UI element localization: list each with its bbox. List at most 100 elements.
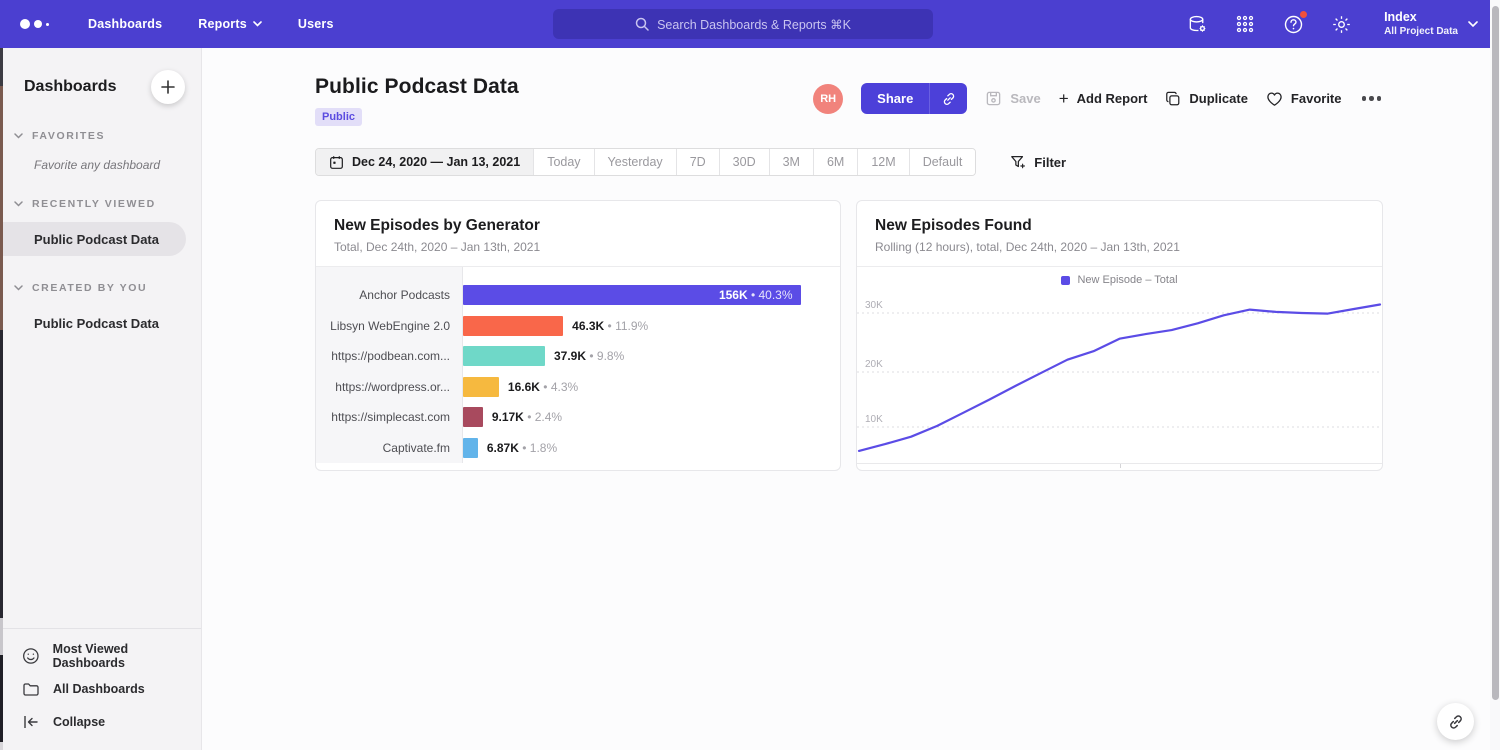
date-preset-7d[interactable]: 7D [677,149,720,175]
search-icon [635,17,649,31]
heart-icon [1266,91,1283,107]
bar-fill[interactable] [463,346,545,366]
bar-category-label: Captivate.fm [316,441,463,455]
bar-chart-plot: Anchor Podcasts156K • 40.3%Libsyn WebEng… [316,267,840,463]
line-chart-title: New Episodes Found [875,217,1364,235]
search-input[interactable]: Search Dashboards & Reports ⌘K [553,9,933,39]
plus-icon: + [1059,89,1069,109]
save-button[interactable]: Save [985,90,1040,107]
date-preset-default[interactable]: Default [910,149,976,175]
bar-category-label: https://podbean.com... [316,349,463,363]
legend-label: New Episode – Total [1077,274,1177,286]
top-navbar: Dashboards Reports Users Search Dashboar… [0,0,1500,48]
bar-category-label: https://wordpress.or... [316,380,463,394]
chart-legend: New Episode – Total [857,267,1382,293]
date-preset-12m[interactable]: 12M [858,149,909,175]
help-icon[interactable] [1282,13,1304,35]
date-preset-today[interactable]: Today [534,149,594,175]
app-logo-icon[interactable] [20,19,62,29]
bar-row: https://simplecast.com9.17K • 2.4% [316,402,840,433]
add-report-label: Add Report [1077,91,1148,106]
collapse-sidebar-button[interactable]: Collapse [0,705,201,738]
chevron-down-icon [1468,21,1478,28]
sidebar-item-public-podcast-data-created[interactable]: Public Podcast Data [0,306,201,340]
legend-swatch [1061,276,1070,285]
data-sources-icon[interactable] [1186,13,1208,35]
section-created-by-you-label: CREATED BY YOU [32,282,147,294]
all-dashboards-button[interactable]: All Dashboards [0,672,201,705]
add-report-button[interactable]: + Add Report [1059,89,1148,109]
bar-row: Libsyn WebEngine 2.046.3K • 11.9% [316,311,840,342]
smiley-icon [22,647,40,665]
chevron-down-icon [14,133,23,139]
new-dashboard-button[interactable] [151,70,185,104]
bar-category-label: Anchor Podcasts [316,288,463,302]
bar-fill[interactable] [463,316,563,336]
bar-value-label: 9.17K • 2.4% [492,410,562,424]
background-window-edge [0,48,3,750]
most-viewed-dashboards-button[interactable]: Most Viewed Dashboards [0,639,201,672]
bar-value-label: 37.9K • 9.8% [554,349,624,363]
nav-dashboards[interactable]: Dashboards [88,17,162,31]
bar-chart-title: New Episodes by Generator [334,217,822,235]
bar-category-label: Libsyn WebEngine 2.0 [316,319,463,333]
bar-row: https://podbean.com... 37.9K • 9.8% [316,341,840,372]
y-tick-label: 30K [865,300,883,311]
favorites-empty-text: Favorite any dashboard [0,142,201,172]
bar-fill[interactable] [463,438,478,458]
bar-row: Anchor Podcasts156K • 40.3% [316,280,840,311]
scrollbar-thumb[interactable] [1492,6,1499,700]
date-preset-6m[interactable]: 6M [814,149,858,175]
avatar[interactable]: RH [813,84,843,114]
copy-link-button[interactable] [929,83,967,114]
date-preset-yesterday[interactable]: Yesterday [595,149,677,175]
date-preset-30d[interactable]: 30D [720,149,770,175]
apps-grid-icon[interactable] [1234,13,1256,35]
filter-label: Filter [1034,155,1066,170]
link-icon [941,91,957,107]
section-recently-viewed[interactable]: RECENTLY VIEWED [0,198,201,210]
line-chart-plot: 10K 20K 30K [857,293,1382,463]
nav-reports[interactable]: Reports [198,17,262,31]
line-series[interactable] [859,305,1380,451]
project-switcher[interactable]: Index All Project Data [1384,10,1478,38]
save-icon [985,90,1002,107]
collapse-icon [22,714,40,730]
bar-track: 16.6K • 4.3% [463,377,820,397]
bar-row: https://wordpress.or...16.6K • 4.3% [316,372,840,403]
bar-fill[interactable] [463,377,499,397]
page-scrollbar[interactable] [1490,0,1500,750]
filter-button[interactable]: Filter [1010,154,1066,170]
date-range-button[interactable]: Dec 24, 2020 — Jan 13, 2021 [316,149,534,175]
more-options-button[interactable] [1360,92,1384,105]
notification-dot [1299,10,1308,19]
bar-chart-subtitle: Total, Dec 24th, 2020 – Jan 13th, 2021 [334,240,822,254]
settings-gear-icon[interactable] [1330,13,1352,35]
nav-users[interactable]: Users [298,17,334,31]
filter-funnel-icon [1010,154,1026,170]
bar-value-label: 6.87K • 1.8% [487,441,557,455]
collapse-label: Collapse [53,715,105,729]
floating-link-button[interactable] [1437,703,1474,740]
bar-track: 6.87K • 1.8% [463,438,820,458]
all-dashboards-label: All Dashboards [53,682,145,696]
bar-track: 46.3K • 11.9% [463,316,820,336]
folder-icon [22,680,40,698]
section-favorites[interactable]: FAVORITES [0,130,201,142]
section-created-by-you[interactable]: CREATED BY YOU [0,282,201,294]
bar-fill[interactable] [463,407,483,427]
share-button[interactable]: Share [861,83,929,114]
section-recently-viewed-label: RECENTLY VIEWED [32,198,156,210]
y-tick-label: 20K [865,359,883,370]
main-content: Public Podcast Data Public RH Share Save… [202,48,1490,750]
duplicate-button[interactable]: Duplicate [1165,91,1248,107]
date-preset-3m[interactable]: 3M [770,149,814,175]
chevron-down-icon [253,21,262,27]
nav-reports-label: Reports [198,17,247,31]
section-favorites-label: FAVORITES [32,130,105,142]
y-tick-label: 10K [865,414,883,425]
favorite-button[interactable]: Favorite [1266,91,1342,107]
sidebar-item-public-podcast-data[interactable]: Public Podcast Data [0,222,186,256]
most-viewed-dashboards-label: Most Viewed Dashboards [53,642,201,670]
chevron-down-icon [14,285,23,291]
